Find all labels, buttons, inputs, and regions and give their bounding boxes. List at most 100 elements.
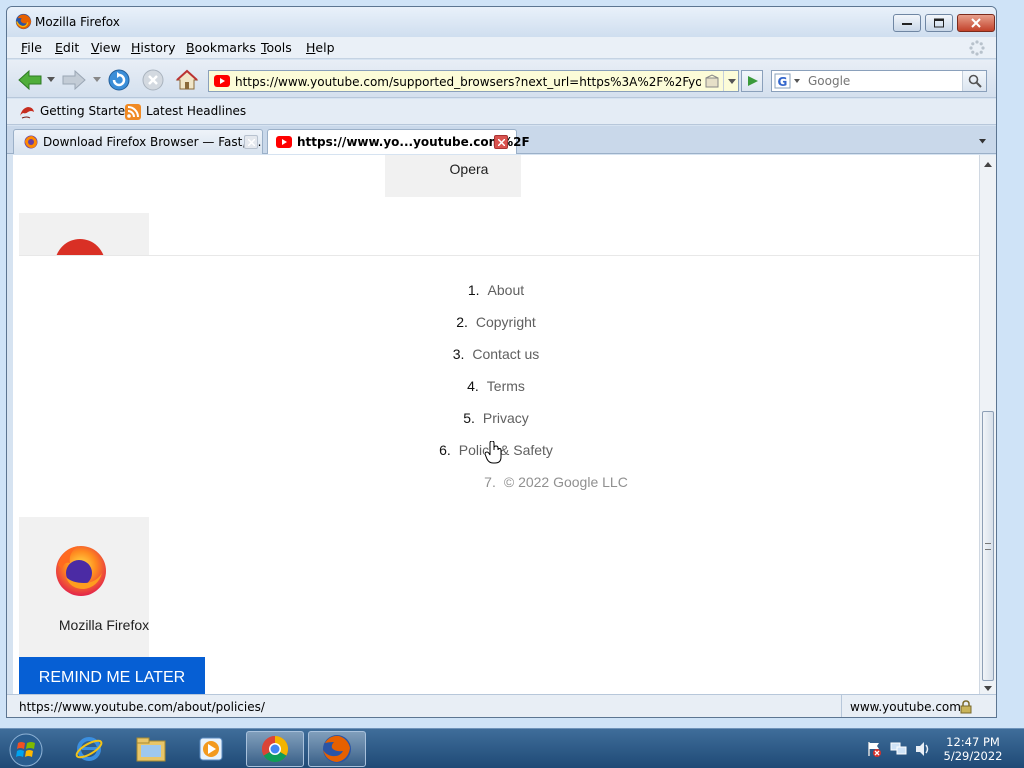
footer-link-about[interactable]: 1. About bbox=[13, 282, 979, 298]
forward-history-dropdown-icon[interactable] bbox=[93, 77, 101, 83]
search-engine-selector[interactable]: G bbox=[774, 73, 804, 89]
youtube-icon bbox=[214, 75, 230, 87]
chevron-down-icon bbox=[728, 79, 736, 84]
firefox-bookmark-icon bbox=[20, 107, 34, 119]
url-text[interactable]: https://www.youtube.com/supported_browse… bbox=[235, 75, 701, 89]
internet-explorer-icon bbox=[75, 737, 103, 761]
taskbar-media-player[interactable] bbox=[182, 731, 240, 767]
vertical-scrollbar[interactable] bbox=[979, 155, 996, 698]
footer-link-copyright[interactable]: 2. Copyright bbox=[13, 314, 979, 330]
url-bar[interactable]: https://www.youtube.com/supported_browse… bbox=[208, 70, 739, 92]
menu-bookmarks[interactable]: Bookmarks bbox=[186, 40, 256, 55]
search-input[interactable] bbox=[806, 71, 961, 91]
status-security-domain[interactable]: www.youtube.com bbox=[841, 695, 983, 717]
reload-icon[interactable] bbox=[107, 68, 131, 92]
system-clock[interactable]: 12:47 PM 5/29/2022 bbox=[940, 735, 1006, 763]
bookmark-star-icon[interactable] bbox=[705, 74, 719, 88]
bookmark-label: Getting Started bbox=[40, 104, 133, 118]
go-arrow-icon bbox=[748, 76, 758, 86]
tab-title: Download Firefox Browser — Fast, ... bbox=[43, 135, 262, 149]
taskbar-chrome[interactable] bbox=[246, 731, 304, 767]
remind-me-later-button[interactable]: REMIND ME LATER bbox=[19, 657, 205, 698]
close-window-button[interactable] bbox=[957, 14, 995, 32]
footer-link-privacy[interactable]: 5. Privacy bbox=[13, 410, 979, 426]
activity-throbber-icon bbox=[969, 40, 985, 56]
youtube-icon bbox=[276, 136, 292, 148]
browser-name-opera[interactable]: Opera bbox=[385, 161, 553, 177]
title-bar[interactable]: Mozilla Firefox bbox=[7, 7, 996, 37]
browser-window: Mozilla Firefox File Edit View History B… bbox=[6, 6, 997, 718]
google-engine-icon: G bbox=[774, 73, 800, 89]
firefox-icon bbox=[56, 546, 106, 596]
back-history-dropdown-icon[interactable] bbox=[47, 77, 55, 83]
chevron-down-icon bbox=[979, 139, 986, 144]
restore-icon bbox=[934, 18, 944, 28]
footer-link-terms[interactable]: 4. Terms bbox=[13, 378, 979, 394]
browser-name-firefox[interactable]: Mozilla Firefox bbox=[19, 617, 189, 633]
menu-view[interactable]: View bbox=[91, 40, 121, 55]
volume-icon[interactable] bbox=[914, 741, 932, 757]
back-icon[interactable] bbox=[17, 69, 43, 91]
menu-edit[interactable]: Edit bbox=[55, 40, 79, 55]
url-history-dropdown[interactable] bbox=[723, 71, 739, 91]
hand-cursor-icon bbox=[485, 441, 502, 464]
menu-file[interactable]: File bbox=[21, 40, 42, 55]
menu-history[interactable]: History bbox=[131, 40, 175, 55]
clock-time: 12:47 PM bbox=[946, 735, 1000, 749]
lock-icon bbox=[960, 700, 972, 714]
menu-tools[interactable]: Tools bbox=[261, 40, 292, 55]
minimize-icon bbox=[902, 23, 912, 25]
close-icon bbox=[248, 139, 255, 146]
section-divider bbox=[19, 255, 979, 256]
status-bar: https://www.youtube.com/about/policies/ … bbox=[7, 694, 996, 717]
chrome-icon bbox=[261, 735, 289, 763]
chrome-icon bbox=[55, 239, 105, 255]
tab-strip: Download Firefox Browser — Fast, ... htt… bbox=[7, 126, 996, 154]
rss-icon bbox=[125, 104, 141, 120]
bookmark-label: Latest Headlines bbox=[146, 104, 247, 118]
tab-close-button[interactable] bbox=[494, 135, 508, 149]
scroll-down-icon[interactable] bbox=[984, 686, 992, 692]
firefox-icon bbox=[15, 13, 32, 30]
taskbar-firefox[interactable] bbox=[308, 731, 366, 767]
maximize-button[interactable] bbox=[925, 14, 953, 32]
status-link-text: https://www.youtube.com/about/policies/ bbox=[19, 700, 265, 714]
minimize-button[interactable] bbox=[893, 14, 921, 32]
stop-icon[interactable] bbox=[141, 68, 165, 92]
forward-icon[interactable] bbox=[61, 69, 87, 91]
taskbar-internet-explorer[interactable] bbox=[60, 731, 118, 767]
search-icon bbox=[968, 74, 982, 88]
clock-date: 5/29/2022 bbox=[943, 749, 1003, 763]
scroll-up-icon[interactable] bbox=[984, 161, 992, 167]
bookmarks-toolbar: Getting Started Latest Headlines bbox=[7, 99, 996, 125]
browser-card-firefox[interactable]: Mozilla Firefox bbox=[19, 517, 149, 657]
taskbar-file-explorer[interactable] bbox=[122, 731, 180, 767]
start-button[interactable] bbox=[4, 730, 48, 768]
go-button[interactable] bbox=[741, 70, 763, 92]
tab-close-button[interactable] bbox=[244, 135, 258, 149]
browser-card-chrome[interactable] bbox=[19, 213, 149, 255]
close-icon bbox=[498, 139, 505, 146]
footer-link-contact[interactable]: 3. Contact us bbox=[13, 346, 979, 362]
window-title: Mozilla Firefox bbox=[35, 15, 120, 29]
tab-download-firefox[interactable]: Download Firefox Browser — Fast, ... bbox=[13, 129, 263, 154]
scrollbar-thumb[interactable] bbox=[982, 411, 994, 681]
page-content: Opera 1. About 2. Copyright 3. Contact us 4… bbox=[13, 155, 979, 698]
scrollbar-grip bbox=[985, 543, 991, 550]
firefox-icon bbox=[24, 135, 38, 149]
search-button[interactable] bbox=[962, 71, 986, 91]
firefox-icon bbox=[323, 735, 351, 763]
search-box: G bbox=[771, 70, 987, 92]
list-all-tabs-button[interactable] bbox=[975, 130, 991, 152]
home-icon[interactable] bbox=[175, 68, 199, 92]
navigation-toolbar: https://www.youtube.com/supported_browse… bbox=[7, 60, 996, 98]
menu-bar: File Edit View History Bookmarks Tools H… bbox=[7, 37, 996, 59]
menu-help[interactable]: Help bbox=[306, 40, 335, 55]
media-player-icon bbox=[199, 737, 223, 761]
network-icon[interactable] bbox=[890, 741, 908, 757]
svg-text:G: G bbox=[778, 75, 788, 89]
status-domain-text: www.youtube.com bbox=[850, 700, 961, 714]
action-center-flag-icon[interactable] bbox=[866, 741, 882, 757]
close-icon bbox=[971, 18, 981, 28]
tab-youtube-supported-browsers[interactable]: https://www.yo...youtube.com%2F bbox=[267, 129, 530, 154]
